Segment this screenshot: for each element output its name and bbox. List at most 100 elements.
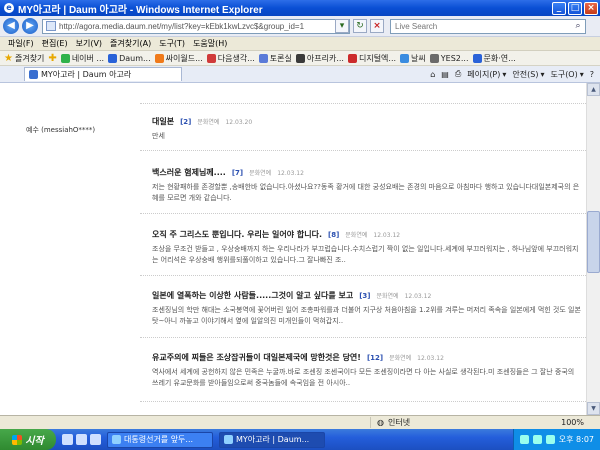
search-icon[interactable]: ⌕ (571, 21, 585, 31)
favorites-bar: ★ 즐겨찾기 ✚ 네이버 ... Daum... 싸이월드... 다음생각...… (0, 51, 600, 66)
dropdown-icon[interactable]: ▾ (335, 19, 349, 33)
comment-count[interactable]: [8] (328, 231, 339, 239)
media-quicklaunch-icon[interactable] (90, 434, 101, 445)
address-url[interactable]: http://agora.media.daum.net/my/list?key=… (59, 22, 332, 31)
post-title[interactable]: 대일본 (152, 116, 174, 127)
feeds-icon[interactable]: ▤ (441, 70, 449, 79)
clock[interactable]: 오후 8:07 (559, 434, 594, 445)
separator (140, 213, 586, 214)
desktop-quicklaunch-icon[interactable] (76, 434, 87, 445)
search-box[interactable]: ⌕ (390, 18, 586, 34)
favorite-link[interactable]: YES2... (429, 53, 469, 63)
post-date: 12.03.20 (225, 119, 253, 126)
minimize-button[interactable]: _ (552, 1, 566, 15)
post-body: 만세 (152, 132, 165, 140)
scroll-up-icon[interactable]: ▲ (587, 83, 600, 96)
favorite-link[interactable]: 디지털엑... (347, 53, 396, 64)
user-name[interactable]: 예수 (messiahO****) (26, 125, 95, 135)
favorite-link[interactable]: 싸이월드... (154, 53, 203, 64)
zoom-level[interactable]: 100% (561, 418, 600, 427)
maximize-button[interactable]: □ (568, 1, 582, 15)
post-item: 오직 주 그리스도 뿐입니다. 우리는 일어야 합니다. [8] 문화연예 12… (152, 229, 582, 266)
add-favorite-icon[interactable]: ✚ (48, 53, 56, 64)
post-title[interactable]: 백스러운 혐제님께.... (152, 167, 226, 178)
post-date: 12.03.12 (417, 355, 444, 362)
safety-menu[interactable]: 안전(S) ▾ (512, 69, 544, 80)
volume-icon[interactable] (532, 435, 542, 444)
menu-favorites[interactable]: 즐겨찾기(A) (110, 38, 151, 49)
post-body: 조상을 무조건 받들고 , 우상숭배까지 하는 우리나라가 부끄럽습니다.수치스… (152, 245, 579, 264)
post-body: 저는 현황패하를 존경할뿐 ,송배한바 없습니다.아셨나요??동족 황거에 대한… (152, 183, 580, 202)
menu-help[interactable]: 도움말(H) (193, 38, 227, 49)
post-title[interactable]: 일본에 열폭하는 이상한 사람들.....그것이 알고 싶다를 보고 (152, 290, 353, 301)
favorite-link[interactable]: 날씨 (400, 53, 426, 64)
taskbar-item[interactable]: 대통령선거를 앞두... (107, 431, 213, 448)
menu-edit[interactable]: 편집(E) (42, 38, 68, 49)
status-bar: ◍ 인터넷 100% (0, 415, 600, 429)
site-icon (206, 53, 216, 63)
favorite-link[interactable]: 네이버 ... (60, 53, 104, 64)
post-item: 백스러운 혐제님께.... [7] 문화연예 12.03.12 저는 현황패하를… (152, 167, 582, 204)
comment-count[interactable]: [12] (367, 354, 383, 362)
tab-myagora[interactable]: MY아고라 | Daum 아고라 (24, 67, 182, 81)
post-item: 유교주의에 찌들은 조상잡귀들이 대일본제국에 망한것은 당연! [12] 문화… (152, 352, 582, 389)
start-button[interactable]: 시작 (0, 429, 56, 450)
comment-count[interactable]: [7] (232, 169, 243, 177)
page-content: 예수 (messiahO****) 대일본 [2] 문화연예 12.03.20 … (0, 83, 586, 415)
post-title[interactable]: 유교주의에 찌들은 조상잡귀들이 대일본제국에 망한것은 당연! (152, 352, 361, 363)
back-button[interactable]: ◀ (3, 18, 19, 34)
post-date: 12.03.12 (277, 170, 304, 177)
close-button[interactable]: × (584, 1, 598, 15)
tab-bar: MY아고라 | Daum 아고라 ⌂ ▤ ⎙ 페이지(P) ▾ 안전(S) ▾ 도구… (0, 66, 600, 83)
post-category: 문화연예 (376, 293, 399, 300)
scroll-thumb[interactable] (587, 211, 600, 273)
forward-button[interactable]: ▶ (22, 18, 38, 34)
site-icon (429, 53, 439, 63)
separator (140, 275, 586, 276)
quick-launch (62, 434, 101, 445)
post-body: 조센징님의 학만 해대는 소국봉역에 꽃어버린 일어 조총파워를과 더불어 지구… (152, 306, 581, 325)
post-title[interactable]: 오직 주 그리스도 뿐입니다. 우리는 일어야 합니다. (152, 229, 322, 240)
page-menu[interactable]: 페이지(P) ▾ (467, 69, 506, 80)
stop-button[interactable]: × (370, 19, 384, 33)
comment-count[interactable]: [3] (359, 292, 370, 300)
security-icon[interactable] (545, 435, 555, 444)
ie-quicklaunch-icon[interactable] (62, 434, 73, 445)
address-row: ◀ ▶ http://agora.media.daum.net/my/list?… (0, 16, 600, 37)
menu-bar: 파일(F) 편집(E) 보기(V) 즐겨찾기(A) 도구(T) 도움말(H) (0, 37, 600, 51)
refresh-button[interactable]: ↻ (353, 19, 367, 33)
print-icon[interactable]: ⎙ (455, 69, 461, 79)
security-zone[interactable]: ◍ 인터넷 (370, 417, 510, 428)
vertical-scrollbar[interactable]: ▲ ▼ (586, 83, 600, 415)
taskbar-item-active[interactable]: MY아고라 | Daum... (219, 431, 325, 448)
post-category: 문화연예 (197, 119, 220, 126)
menu-file[interactable]: 파일(F) (8, 38, 34, 49)
home-icon[interactable]: ⌂ (430, 70, 435, 79)
windows-logo-icon (12, 434, 23, 445)
site-icon (472, 53, 482, 63)
command-bar: ⌂ ▤ ⎙ 페이지(P) ▾ 안전(S) ▾ 도구(O) ▾ ? (430, 69, 600, 80)
favorite-link[interactable]: 문화·연... (472, 53, 516, 64)
comment-count[interactable]: [2] (180, 118, 191, 126)
tools-menu[interactable]: 도구(O) ▾ (550, 69, 583, 80)
daum-icon (29, 70, 38, 79)
address-bar[interactable]: http://agora.media.daum.net/my/list?key=… (42, 18, 350, 34)
favorite-link[interactable]: 다음생각... (206, 53, 255, 64)
network-icon[interactable] (519, 435, 529, 444)
help-icon[interactable]: ? (590, 70, 594, 79)
post-date: 12.03.12 (404, 293, 432, 300)
favorite-link[interactable]: Daum... (108, 53, 151, 63)
search-input[interactable] (391, 21, 571, 31)
favorites-button[interactable]: ★ 즐겨찾기 (4, 53, 44, 64)
post-date: 12.03.12 (373, 232, 401, 239)
menu-view[interactable]: 보기(V) (76, 38, 102, 49)
favorite-link[interactable]: 토론실 (258, 53, 292, 64)
scroll-down-icon[interactable]: ▼ (587, 402, 600, 415)
separator (140, 401, 586, 402)
site-icon (108, 53, 118, 63)
menu-tools[interactable]: 도구(T) (159, 38, 185, 49)
title-bar: e MY아고라 | Daum 아고라 - Windows Internet Ex… (0, 0, 600, 16)
window-title: MY아고라 | Daum 아고라 - Windows Internet Expl… (18, 4, 263, 16)
post-item: 일본에 열폭하는 이상한 사람들.....그것이 알고 싶다를 보고 [3] 문… (152, 290, 582, 327)
favorite-link[interactable]: 아프리카... (295, 53, 344, 64)
